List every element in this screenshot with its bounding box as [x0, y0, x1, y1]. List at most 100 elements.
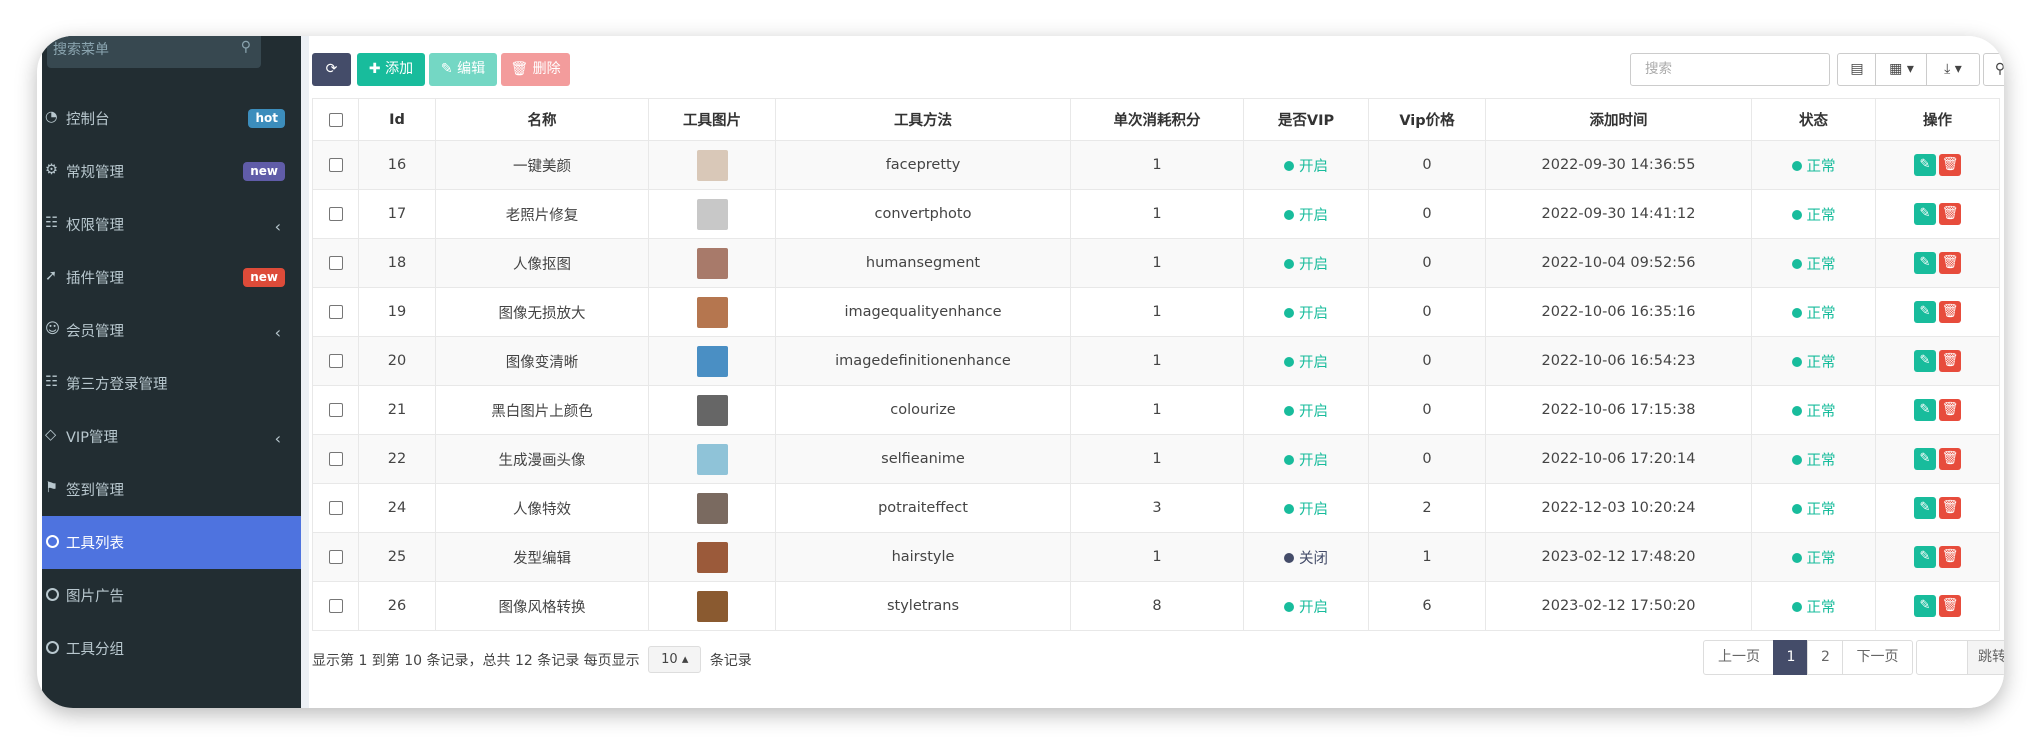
row-delete-button[interactable]: 🗑	[1939, 546, 1961, 568]
tool-thumbnail[interactable]	[696, 394, 728, 426]
table-row[interactable]: 16 一键美颜 facepretty 1 开启 0 2022-09-30 14:…	[312, 140, 2000, 190]
sidebar-item-3[interactable]: ➚ 插件管理 new	[42, 251, 301, 304]
tool-thumbnail[interactable]	[696, 443, 728, 475]
vip-status[interactable]: 开启	[1284, 355, 1328, 371]
table-row[interactable]: 22 生成漫画头像 selfieanime 1 开启 0 2022-10-06 …	[312, 434, 2000, 484]
select-all-checkbox[interactable]	[328, 112, 343, 127]
table-search-input[interactable]	[1643, 60, 1827, 78]
tool-thumbnail[interactable]	[696, 198, 728, 230]
edit-button[interactable]: ✎ 编辑	[429, 53, 497, 86]
header-created-time[interactable]: 添加时间	[1485, 98, 1752, 141]
export-button[interactable]: ⤓ ▾	[1926, 53, 1980, 86]
table-row[interactable]: 17 老照片修复 convertphoto 1 开启 0 2022-09-30 …	[312, 189, 2000, 239]
table-row[interactable]: 21 黑白图片上颜色 colourize 1 开启 0 2022-10-06 1…	[312, 385, 2000, 435]
sidebar-item-1[interactable]: ⚙ 常规管理 new	[42, 145, 301, 198]
tool-thumbnail[interactable]	[696, 345, 728, 377]
sidebar-item-7[interactable]: ⚑ 签到管理	[42, 463, 301, 516]
row-checkbox[interactable]	[328, 354, 343, 368]
page-1-button[interactable]: 1	[1773, 640, 1809, 675]
row-delete-button[interactable]: 🗑	[1939, 448, 1961, 470]
row-edit-button[interactable]: ✎	[1914, 301, 1936, 323]
next-page-button[interactable]: 下一页	[1842, 640, 1913, 675]
row-delete-button[interactable]: 🗑	[1939, 595, 1961, 617]
row-checkbox[interactable]	[328, 501, 343, 515]
sidebar-item-6[interactable]: ◇ VIP管理 ‹	[42, 410, 301, 463]
refresh-button[interactable]: ⟳	[312, 53, 351, 86]
add-button[interactable]: ✚ 添加	[357, 53, 425, 86]
jump-button[interactable]: 跳转	[1967, 640, 2004, 675]
row-checkbox[interactable]	[328, 599, 343, 613]
cell-status: 正常	[1751, 238, 1876, 288]
row-edit-button[interactable]: ✎	[1914, 154, 1936, 176]
sidebar-item-8[interactable]: 工具列表	[42, 516, 301, 569]
table-row[interactable]: 19 图像无损放大 imagequalityenhance 1 开启 0 202…	[312, 287, 2000, 337]
jump-page-input[interactable]	[1916, 640, 1968, 675]
vip-status[interactable]: 开启	[1284, 257, 1328, 273]
row-edit-button[interactable]: ✎	[1914, 497, 1936, 519]
table-row[interactable]: 26 图像风格转换 styletrans 8 开启 6 2023-02-12 1…	[312, 581, 2000, 631]
vip-status[interactable]: 开启	[1284, 208, 1328, 224]
vip-status[interactable]: 开启	[1284, 600, 1328, 616]
row-edit-button[interactable]: ✎	[1914, 203, 1936, 225]
table-row[interactable]: 24 人像特效 potraiteffect 3 开启 2 2022-12-03 …	[312, 483, 2000, 533]
tool-thumbnail[interactable]	[696, 149, 728, 181]
sidebar-search[interactable]: 搜索菜单 ⚲	[47, 36, 261, 68]
row-delete-button[interactable]: 🗑	[1939, 399, 1961, 421]
vip-status[interactable]: 开启	[1284, 502, 1328, 518]
sidebar-item-0[interactable]: ◔ 控制台 hot	[42, 92, 301, 145]
tool-thumbnail[interactable]	[696, 296, 728, 328]
header-status[interactable]: 状态	[1751, 98, 1876, 141]
tool-thumbnail[interactable]	[696, 247, 728, 279]
row-edit-button[interactable]: ✎	[1914, 350, 1936, 372]
cell-vip-price: 1	[1368, 532, 1486, 582]
header-vip-price[interactable]: Vip价格	[1368, 98, 1486, 141]
vip-status[interactable]: 关闭	[1284, 551, 1328, 567]
row-edit-button[interactable]: ✎	[1914, 399, 1936, 421]
row-edit-button[interactable]: ✎	[1914, 448, 1936, 470]
table-row[interactable]: 25 发型编辑 hairstyle 1 关闭 1 2023-02-12 17:4…	[312, 532, 2000, 582]
sidebar-item-10[interactable]: 工具分组	[42, 622, 301, 675]
header-id[interactable]: Id	[358, 98, 436, 141]
row-delete-button[interactable]: 🗑	[1939, 497, 1961, 519]
row-edit-button[interactable]: ✎	[1914, 595, 1936, 617]
sidebar-item-2[interactable]: ☷ 权限管理 ‹	[42, 198, 301, 251]
row-checkbox[interactable]	[328, 158, 343, 172]
columns-button[interactable]: ▦ ▾	[1875, 53, 1928, 86]
advanced-search-button[interactable]: ⚲	[1983, 53, 2004, 86]
header-vip[interactable]: 是否VIP	[1243, 98, 1369, 141]
row-checkbox[interactable]	[328, 305, 343, 319]
prev-page-button[interactable]: 上一页	[1703, 640, 1775, 675]
toggle-view-button[interactable]: ▤	[1837, 53, 1877, 86]
vip-status[interactable]: 开启	[1284, 404, 1328, 420]
row-checkbox[interactable]	[328, 256, 343, 270]
row-checkbox[interactable]	[328, 452, 343, 466]
sidebar-item-5[interactable]: ☷ 第三方登录管理	[42, 357, 301, 410]
header-method[interactable]: 工具方法	[775, 98, 1071, 141]
row-delete-button[interactable]: 🗑	[1939, 252, 1961, 274]
row-edit-button[interactable]: ✎	[1914, 546, 1936, 568]
row-delete-button[interactable]: 🗑	[1939, 154, 1961, 176]
table-row[interactable]: 18 人像抠图 humansegment 1 开启 0 2022-10-04 0…	[312, 238, 2000, 288]
tool-thumbnail[interactable]	[696, 541, 728, 573]
vip-status[interactable]: 开启	[1284, 306, 1328, 322]
tool-thumbnail[interactable]	[696, 590, 728, 622]
header-name[interactable]: 名称	[435, 98, 649, 141]
tool-thumbnail[interactable]	[696, 492, 728, 524]
sidebar-item-9[interactable]: 图片广告	[42, 569, 301, 622]
header-image[interactable]: 工具图片	[648, 98, 776, 141]
row-checkbox[interactable]	[328, 207, 343, 221]
row-checkbox[interactable]	[328, 550, 343, 564]
row-edit-button[interactable]: ✎	[1914, 252, 1936, 274]
delete-button[interactable]: 🗑 删除	[501, 53, 570, 86]
row-delete-button[interactable]: 🗑	[1939, 301, 1961, 323]
vip-status[interactable]: 开启	[1284, 159, 1328, 175]
sidebar-item-4[interactable]: ☺ 会员管理 ‹	[42, 304, 301, 357]
row-delete-button[interactable]: 🗑	[1939, 350, 1961, 372]
row-checkbox[interactable]	[328, 403, 343, 417]
page-2-button[interactable]: 2	[1807, 640, 1844, 675]
page-size-select[interactable]: 10 ▴	[648, 646, 702, 673]
row-delete-button[interactable]: 🗑	[1939, 203, 1961, 225]
table-row[interactable]: 20 图像变清晰 imagedefinitionenhance 1 开启 0 2…	[312, 336, 2000, 386]
header-points[interactable]: 单次消耗积分	[1070, 98, 1244, 141]
vip-status[interactable]: 开启	[1284, 453, 1328, 469]
